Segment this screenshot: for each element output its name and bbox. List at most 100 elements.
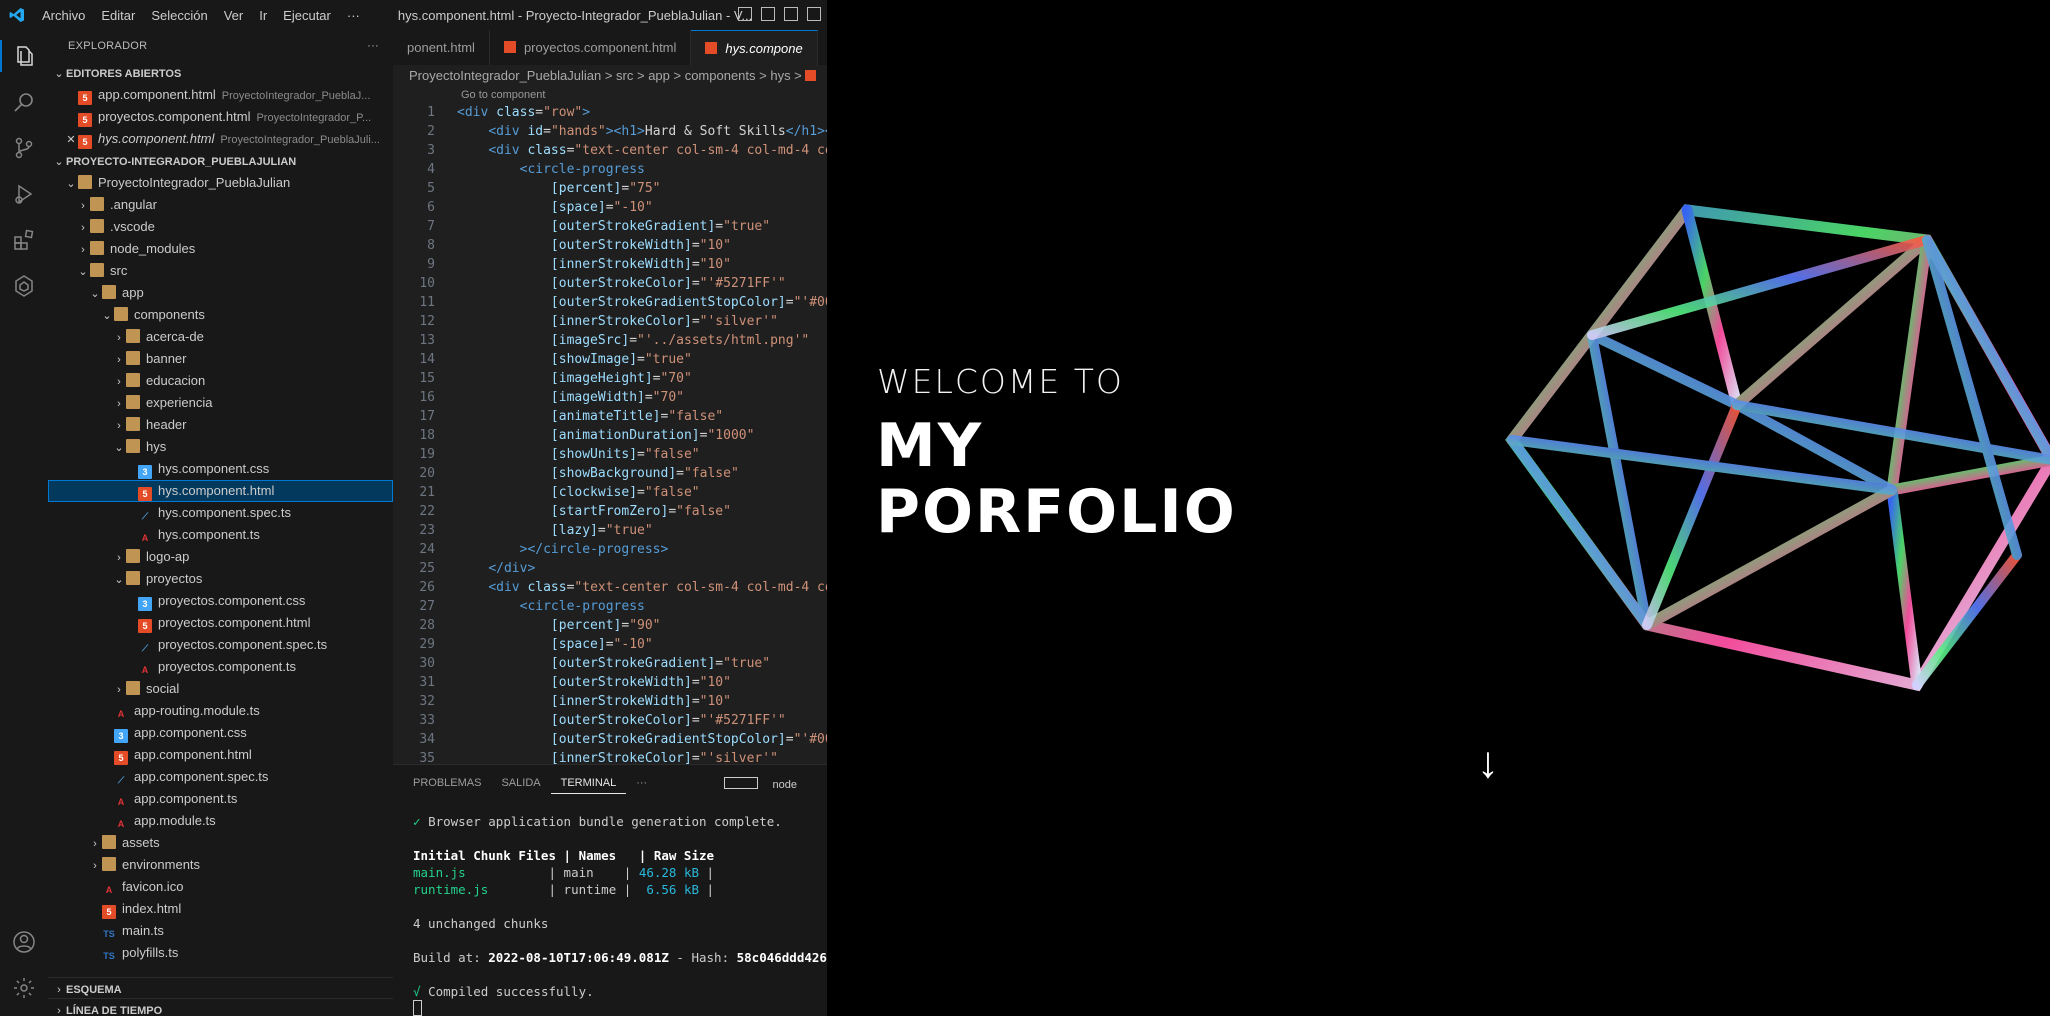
- tab-terminal[interactable]: TERMINAL: [550, 777, 627, 794]
- tree-folder[interactable]: › node_modules: [48, 238, 393, 260]
- tree-folder[interactable]: › social: [48, 678, 393, 700]
- chevron-down-icon[interactable]: ⌄: [52, 151, 66, 172]
- tree-file[interactable]: 5 index.html: [48, 898, 393, 920]
- chevron-right-icon[interactable]: ›: [112, 547, 126, 568]
- chevron-down-icon[interactable]: ⌄: [76, 261, 90, 282]
- chevron-right-icon[interactable]: ›: [112, 415, 126, 436]
- chevron-right-icon[interactable]: ›: [52, 979, 66, 1000]
- editor-tab[interactable]: hys.compone: [691, 30, 818, 66]
- section-open-editors[interactable]: ⌄ EDITORES ABIERTOS: [48, 62, 393, 84]
- tree-file[interactable]: 3 app.component.css: [48, 722, 393, 744]
- tree-folder[interactable]: ⌄ hys: [48, 436, 393, 458]
- tree-folder[interactable]: › header: [48, 414, 393, 436]
- explorer-icon[interactable]: [12, 44, 36, 68]
- extensions-icon[interactable]: [12, 228, 36, 252]
- menu-item[interactable]: Ejecutar: [275, 8, 339, 23]
- tree-file[interactable]: 5 hys.component.html: [48, 480, 393, 502]
- tree-file[interactable]: TS main.ts: [48, 920, 393, 942]
- menu-item[interactable]: Selección: [143, 8, 215, 23]
- tree-folder[interactable]: › experiencia: [48, 392, 393, 414]
- codelens-go-to-component[interactable]: Go to component: [461, 89, 545, 101]
- chevron-down-icon[interactable]: ⌄: [112, 569, 126, 590]
- tree-file[interactable]: 3 proyectos.component.css: [48, 590, 393, 612]
- gear-icon[interactable]: [12, 976, 36, 1000]
- open-editor-item[interactable]: 5 proyectos.component.html ProyectoIntegra…: [48, 106, 393, 128]
- tree-folder[interactable]: ⌄ ProyectoIntegrador_PueblaJulian: [48, 172, 393, 194]
- tree-folder[interactable]: › .vscode: [48, 216, 393, 238]
- more-actions-icon[interactable]: ···: [367, 30, 379, 62]
- chevron-right-icon[interactable]: ›: [112, 679, 126, 700]
- tab-problems[interactable]: PROBLEMAS: [393, 777, 491, 789]
- tree-file[interactable]: TS polyfills.ts: [48, 942, 393, 964]
- section-project[interactable]: ⌄ PROYECTO-INTEGRADOR_PUEBLAJULIAN: [48, 150, 393, 172]
- tree-file[interactable]: Aapp.module.ts: [48, 810, 393, 832]
- tree-file[interactable]: Aapp-routing.module.ts: [48, 700, 393, 722]
- chevron-right-icon[interactable]: ›: [112, 371, 126, 392]
- tree-folder[interactable]: ⌄ proyectos: [48, 568, 393, 590]
- chevron-down-icon[interactable]: ⌄: [88, 283, 102, 304]
- tree-folder[interactable]: › .angular: [48, 194, 393, 216]
- terminal-output[interactable]: ✓ Browser application bundle generation …: [413, 813, 827, 1016]
- customize-layout-icon[interactable]: [807, 7, 821, 21]
- tree-file[interactable]: 3 hys.component.css: [48, 458, 393, 480]
- chevron-right-icon[interactable]: ›: [88, 833, 102, 854]
- chevron-down-icon[interactable]: ⌄: [64, 173, 78, 194]
- search-icon[interactable]: [12, 90, 36, 114]
- tree-file[interactable]: ⟋ hys.component.spec.ts: [48, 502, 393, 524]
- tab-output[interactable]: SALIDA: [491, 777, 550, 789]
- breadcrumb-path[interactable]: ProyectoIntegrador_PueblaJulian > src > …: [409, 68, 805, 83]
- terminal-shell-selector[interactable]: node: [714, 777, 817, 791]
- tree-file[interactable]: Ahys.component.ts: [48, 524, 393, 546]
- tree-folder[interactable]: › educacion: [48, 370, 393, 392]
- section-timeline[interactable]: › LÍNEA DE TIEMPO: [48, 998, 393, 1016]
- chevron-right-icon[interactable]: ›: [88, 855, 102, 876]
- tree-file[interactable]: 5 app.component.html: [48, 744, 393, 766]
- editor-tab[interactable]: ponent.html: [393, 30, 490, 65]
- remote-explorer-icon[interactable]: [12, 274, 36, 298]
- account-icon[interactable]: [12, 930, 36, 954]
- chevron-right-icon[interactable]: ›: [52, 1000, 66, 1016]
- chevron-down-icon[interactable]: ⌄: [52, 63, 66, 84]
- section-outline[interactable]: › ESQUEMA: [48, 977, 393, 1000]
- tree-file[interactable]: ⟋ app.component.spec.ts: [48, 766, 393, 788]
- chevron-right-icon[interactable]: ›: [112, 327, 126, 348]
- toggle-sidebar-icon[interactable]: [738, 7, 752, 21]
- open-editor-item[interactable]: 5 app.component.html ProyectoIntegrador_Pu…: [48, 84, 393, 106]
- menu-item[interactable]: Ir: [251, 8, 275, 23]
- tree-folder[interactable]: ⌄ app: [48, 282, 393, 304]
- scroll-down-arrow[interactable]: ↓: [1477, 738, 1499, 788]
- tree-folder[interactable]: › acerca-de: [48, 326, 393, 348]
- tree-file[interactable]: Aapp.component.ts: [48, 788, 393, 810]
- tree-file[interactable]: ⟋ proyectos.component.spec.ts: [48, 634, 393, 656]
- tree-folder[interactable]: › logo-ap: [48, 546, 393, 568]
- tree-folder[interactable]: › banner: [48, 348, 393, 370]
- chevron-right-icon[interactable]: ›: [76, 239, 90, 260]
- menu-item[interactable]: Editar: [93, 8, 143, 23]
- menu-more-icon[interactable]: ···: [339, 8, 368, 23]
- code-view[interactable]: 1 <div class="row"> 2 <div id="hands"><h1>…: [393, 103, 827, 768]
- tree-folder[interactable]: ⌄ src: [48, 260, 393, 282]
- tree-folder[interactable]: › environments: [48, 854, 393, 876]
- tree-folder[interactable]: ⌄ components: [48, 304, 393, 326]
- spacer[interactable]: ✕: [64, 129, 78, 150]
- toggle-panel-icon[interactable]: [761, 7, 775, 21]
- tree-file[interactable]: 5 proyectos.component.html: [48, 612, 393, 634]
- editor-tab[interactable]: proyectos.component.html: [490, 30, 692, 65]
- menu-item[interactable]: Archivo: [34, 8, 93, 23]
- tree-file[interactable]: Aproyectos.component.ts: [48, 656, 393, 678]
- chevron-down-icon[interactable]: ⌄: [112, 437, 126, 458]
- breadcrumb[interactable]: ProyectoIntegrador_PueblaJulian > src > …: [409, 68, 817, 83]
- run-debug-icon[interactable]: [12, 182, 36, 206]
- open-editor-item[interactable]: ✕ 5 hys.component.html ProyectoIntegrador_P…: [48, 128, 393, 150]
- chevron-right-icon[interactable]: ›: [76, 195, 90, 216]
- chevron-right-icon[interactable]: ›: [112, 349, 126, 370]
- chevron-down-icon[interactable]: ⌄: [100, 305, 114, 326]
- chevron-right-icon[interactable]: ›: [112, 393, 126, 414]
- chevron-right-icon[interactable]: ›: [76, 217, 90, 238]
- tree-folder[interactable]: › assets: [48, 832, 393, 854]
- tree-file[interactable]: Afavicon.ico: [48, 876, 393, 898]
- source-control-icon[interactable]: [12, 136, 36, 160]
- toggle-secondary-sidebar-icon[interactable]: [784, 7, 798, 21]
- panel-more-icon[interactable]: ···: [626, 777, 657, 789]
- menu-item[interactable]: Ver: [216, 8, 252, 23]
